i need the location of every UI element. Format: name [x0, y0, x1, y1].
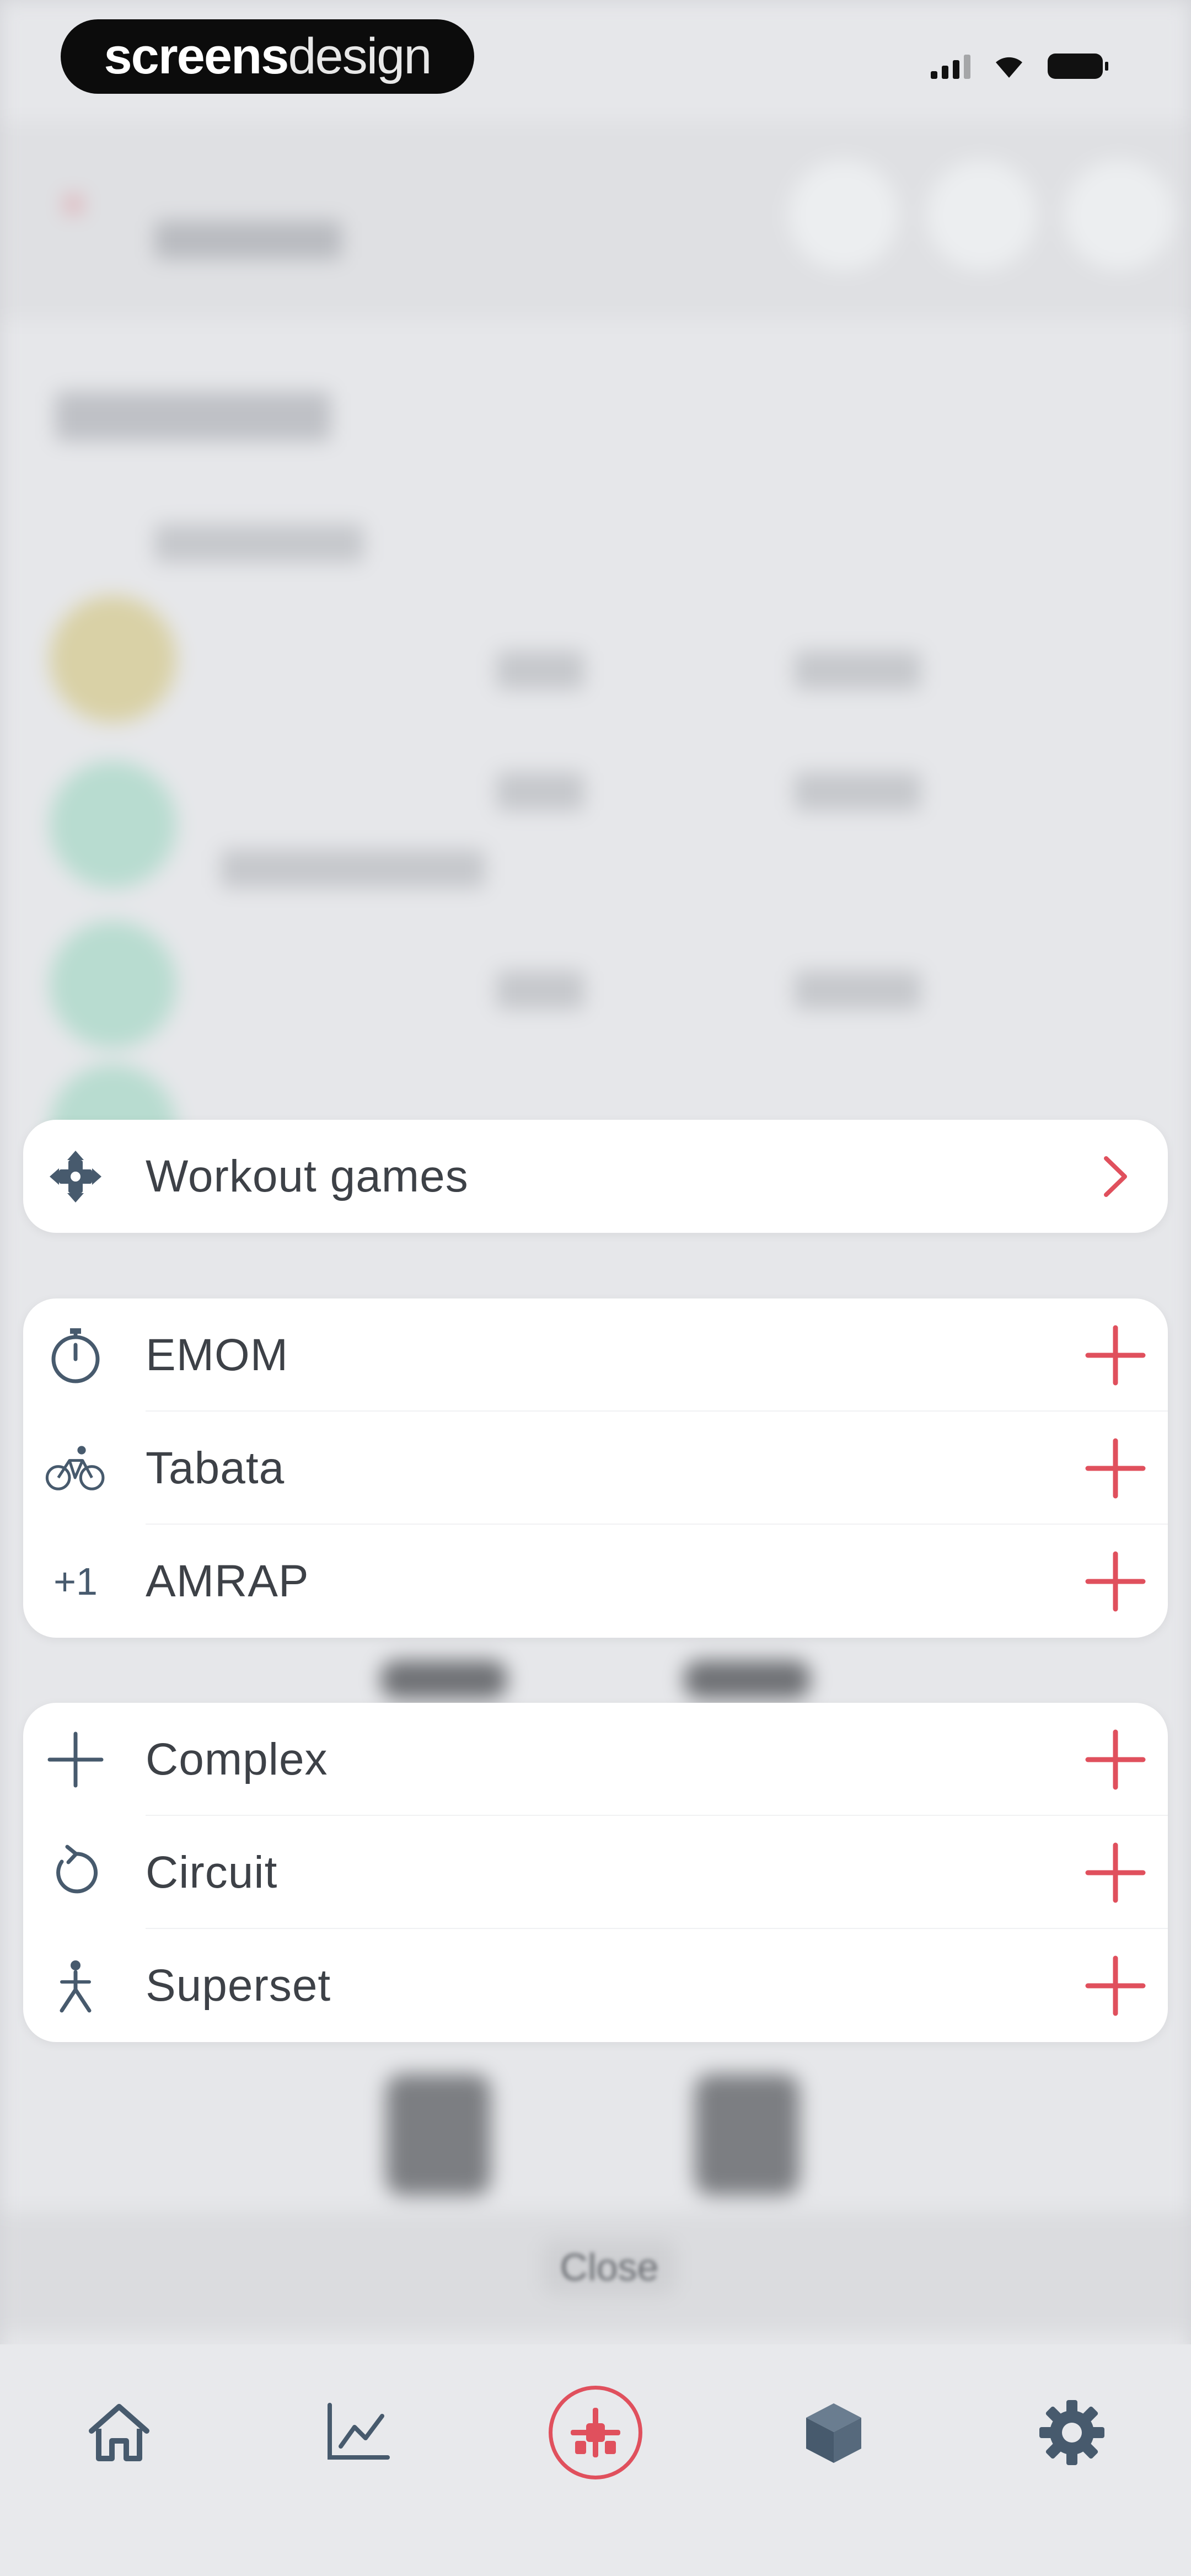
gamepad-icon: [45, 1146, 106, 1207]
plus-icon[interactable]: [1085, 1729, 1146, 1790]
chevron-right-icon[interactable]: [1085, 1146, 1146, 1207]
close-button[interactable]: Close: [543, 2240, 675, 2295]
cross-icon: [45, 1729, 106, 1790]
menu-item-label: Workout games: [146, 1151, 469, 1201]
bicycle-icon: [45, 1438, 106, 1499]
plus-icon[interactable]: [1085, 1955, 1146, 2016]
close-label: Close: [560, 2246, 659, 2289]
menu-item-label: EMOM: [146, 1329, 289, 1380]
plus-icon[interactable]: [1085, 1438, 1146, 1499]
menu-item-label: Superset: [146, 1960, 331, 2011]
menu-item-amrap[interactable]: +1 AMRAP: [23, 1525, 1168, 1638]
plus-icon[interactable]: [1085, 1551, 1146, 1612]
menu-item-tabata[interactable]: Tabata: [23, 1412, 1168, 1525]
tab-bar: [0, 2344, 1191, 2576]
timed-workouts-card: EMOM Tabata +1 AMRAP: [23, 1298, 1168, 1638]
signal-icon: [931, 52, 970, 79]
plus-icon[interactable]: [1085, 1325, 1146, 1386]
plus-icon[interactable]: [1085, 1842, 1146, 1903]
menu-item-label: AMRAP: [146, 1556, 309, 1606]
tab-settings[interactable]: [1017, 2377, 1127, 2488]
battery-icon: [1048, 54, 1108, 79]
circular-arrow-icon: [45, 1842, 106, 1903]
person-split-icon: [45, 1955, 106, 2016]
menu-item-label: Tabata: [146, 1442, 285, 1493]
games-card: Workout games: [23, 1120, 1168, 1233]
tab-workout[interactable]: [540, 2377, 651, 2488]
tab-library[interactable]: [779, 2377, 889, 2488]
menu-item-emom[interactable]: EMOM: [23, 1298, 1168, 1412]
workout-icon: [549, 2386, 642, 2479]
blurred-background: ×: [0, 0, 1191, 2576]
tab-progress[interactable]: [302, 2377, 412, 2488]
home-icon: [89, 2404, 149, 2461]
set-types-card: Complex Circuit Superset: [23, 1703, 1168, 2042]
stopwatch-icon: [45, 1325, 106, 1386]
brand-logo: screensdesign: [61, 19, 474, 94]
menu-item-label: Circuit: [146, 1847, 278, 1898]
menu-item-label: Complex: [146, 1734, 328, 1784]
wifi-icon: [996, 57, 1022, 78]
brand-bold-text: screens: [104, 28, 289, 84]
cube-icon: [806, 2403, 861, 2463]
menu-item-workout-games[interactable]: Workout games: [23, 1120, 1168, 1233]
plus-one-icon: +1: [53, 1559, 98, 1603]
tab-home[interactable]: [64, 2377, 174, 2488]
menu-item-superset[interactable]: Superset: [23, 1929, 1168, 2042]
gear-icon: [1039, 2400, 1104, 2465]
status-bar: screensdesign: [0, 0, 1191, 116]
chart-icon: [328, 2403, 390, 2460]
brand-light-text: design: [288, 28, 432, 84]
menu-item-circuit[interactable]: Circuit: [23, 1816, 1168, 1929]
status-icons: [931, 52, 1108, 79]
menu-item-complex[interactable]: Complex: [23, 1703, 1168, 1816]
